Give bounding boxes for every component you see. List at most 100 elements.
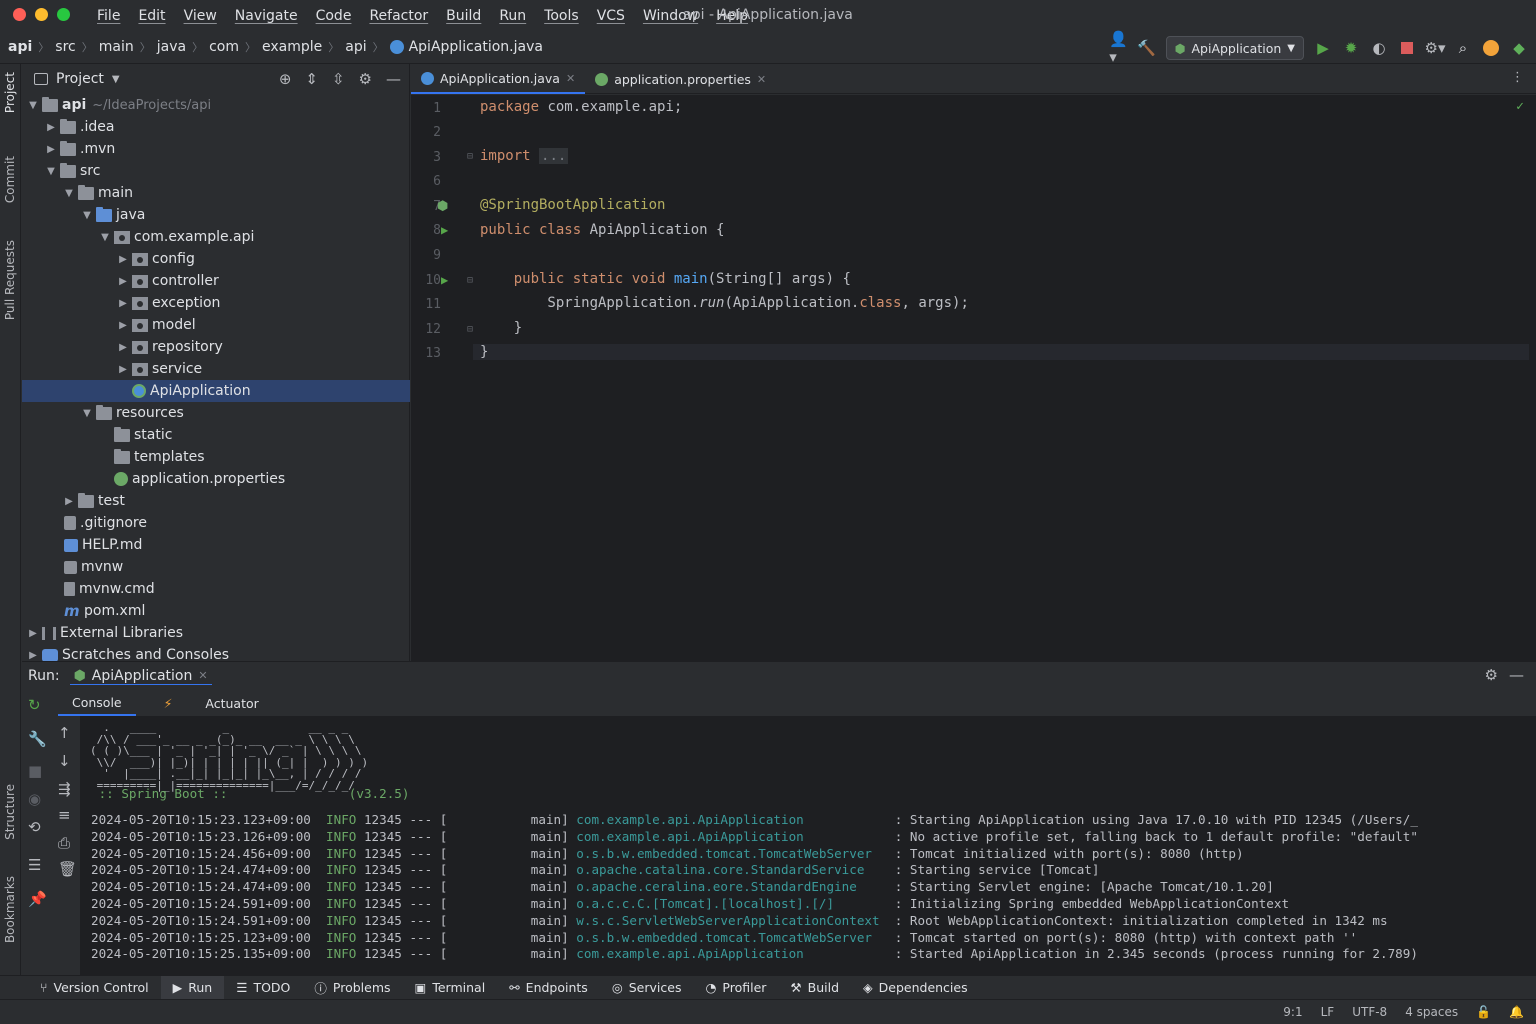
log-logger[interactable]: com.example.api.ApiApplication bbox=[569, 829, 880, 844]
project-view-selector[interactable]: Project bbox=[56, 71, 104, 87]
tree-item[interactable]: m pom.xml bbox=[22, 600, 410, 622]
breadcrumb-item[interactable]: ApiApplication.java bbox=[409, 39, 543, 55]
tree-item[interactable]: ▶ test bbox=[22, 490, 410, 512]
tree-item[interactable]: ▶ .mvn bbox=[22, 138, 410, 160]
tree-item[interactable]: .gitignore bbox=[22, 512, 410, 534]
locate-icon[interactable]: ⊕ bbox=[279, 70, 292, 88]
log-logger[interactable]: o.s.b.w.embedded.tomcat.TomcatWebServer bbox=[569, 846, 880, 861]
run-gutter-icon[interactable]: ▶ bbox=[441, 273, 448, 287]
log-logger[interactable]: com.example.api.ApiApplication bbox=[569, 812, 880, 827]
breadcrumb-item[interactable]: com bbox=[209, 39, 239, 55]
tree-item[interactable]: mvnw bbox=[22, 556, 410, 578]
log-logger[interactable]: o.apache.ceralina.eore.StandardEngine bbox=[569, 879, 880, 894]
user-icon[interactable]: 👤▾ bbox=[1109, 30, 1128, 66]
hide-icon[interactable]: — bbox=[386, 70, 401, 88]
tree-item[interactable]: ▶ repository bbox=[22, 336, 410, 358]
stop-icon[interactable] bbox=[1398, 39, 1416, 57]
code-editor[interactable]: package com.example.api; import ... @Spr… bbox=[473, 95, 1536, 661]
expand-all-icon[interactable]: ⇕ bbox=[305, 70, 318, 88]
close-icon[interactable]: ✕ bbox=[198, 669, 207, 682]
gear-icon[interactable]: ⚙ bbox=[1485, 666, 1498, 684]
pull-requests-tool-tab[interactable]: Pull Requests bbox=[3, 240, 17, 320]
lock-icon[interactable]: 🔓 bbox=[1476, 1005, 1491, 1019]
menu-run[interactable]: Run bbox=[490, 8, 535, 24]
menu-build[interactable]: Build bbox=[437, 8, 490, 24]
menu-refactor[interactable]: Refactor bbox=[360, 8, 437, 24]
tool-todo[interactable]: ☰ TODO bbox=[224, 976, 302, 1000]
structure-tool-tab[interactable]: Structure bbox=[3, 784, 17, 840]
print-icon[interactable]: ⎙ bbox=[58, 834, 70, 852]
menu-vcs[interactable]: VCS bbox=[588, 8, 634, 24]
wrench-icon[interactable]: 🔧 bbox=[28, 730, 47, 748]
menu-help[interactable]: Help bbox=[707, 8, 757, 24]
close-window-button[interactable] bbox=[13, 8, 26, 21]
run-configuration-select[interactable]: ⬢ ApiApplication ▼ bbox=[1165, 36, 1304, 60]
breadcrumb-item[interactable]: src bbox=[55, 39, 75, 55]
scroll-to-end-icon[interactable]: ≡ bbox=[58, 806, 71, 824]
tree-item[interactable]: ▼ resources bbox=[22, 402, 410, 424]
restore-layout-icon[interactable]: ⟲ bbox=[28, 818, 41, 836]
tool-run[interactable]: ▶ Run bbox=[160, 975, 225, 1000]
tree-item[interactable]: ▼ main bbox=[22, 182, 410, 204]
debug-icon[interactable]: ✹ bbox=[1342, 39, 1360, 57]
scroll-up-icon[interactable]: ↑ bbox=[58, 724, 71, 742]
build-hammer-icon[interactable]: 🔨 bbox=[1137, 39, 1156, 57]
spring-bean-icon[interactable]: ⬢ bbox=[437, 199, 448, 214]
tool-problems[interactable]: ⓘ Problems bbox=[302, 976, 402, 1000]
hide-icon[interactable]: — bbox=[1509, 666, 1524, 684]
folded-imports[interactable]: ... bbox=[539, 148, 569, 164]
breadcrumb-item[interactable]: java bbox=[157, 39, 186, 55]
tool-endpoints[interactable]: ⚯ Endpoints bbox=[497, 976, 600, 1000]
update-icon[interactable] bbox=[1482, 39, 1500, 57]
camera-icon[interactable]: ◉ bbox=[28, 790, 41, 808]
menu-code[interactable]: Code bbox=[307, 8, 361, 24]
chevron-down-icon[interactable]: ▼ bbox=[112, 74, 120, 85]
breadcrumb-item[interactable]: api bbox=[8, 39, 32, 55]
run-config-tab[interactable]: ⬢ ApiApplication ✕ bbox=[69, 668, 212, 685]
notifications-icon[interactable]: 🔔 bbox=[1509, 1005, 1524, 1019]
tree-item[interactable]: ▼ com.example.api bbox=[22, 226, 410, 248]
commit-tool-tab[interactable]: Commit bbox=[3, 156, 17, 203]
line-separator[interactable]: LF bbox=[1321, 1005, 1335, 1019]
tool-terminal[interactable]: ▣ Terminal bbox=[403, 976, 498, 1000]
rerun-icon[interactable]: ↻ bbox=[28, 696, 41, 714]
tree-item[interactable]: mvnw.cmd bbox=[22, 578, 410, 600]
project-tool-tab[interactable]: Project bbox=[3, 72, 17, 113]
no-problems-check-icon[interactable]: ✓ bbox=[1516, 99, 1524, 114]
menu-window[interactable]: Window bbox=[634, 8, 707, 24]
tree-root[interactable]: ▼ api ~/IdeaProjects/api bbox=[22, 94, 410, 116]
search-icon[interactable]: ⌕ bbox=[1454, 39, 1472, 57]
gear-icon[interactable]: ⚙ bbox=[359, 70, 372, 88]
tree-item[interactable]: static bbox=[22, 424, 410, 446]
tree-item-selected[interactable]: ApiApplication bbox=[22, 380, 410, 402]
close-icon[interactable]: ✕ bbox=[566, 72, 575, 85]
trash-icon[interactable]: 🗑 bbox=[58, 860, 77, 878]
pin-icon[interactable]: 📌 bbox=[28, 890, 47, 908]
more-options-icon[interactable]: ⋮ bbox=[1511, 70, 1524, 85]
jetbrains-ai-icon[interactable]: ◆ bbox=[1510, 39, 1528, 57]
log-logger[interactable]: o.s.b.w.embedded.tomcat.TomcatWebServer bbox=[569, 930, 880, 945]
tree-item[interactable]: ▶ .idea bbox=[22, 116, 410, 138]
log-logger[interactable]: w.s.c.ServletWebServerApplicationContext bbox=[569, 913, 879, 928]
tab-apiapplication-java[interactable]: ApiApplication.java ✕ bbox=[411, 64, 586, 94]
menu-file[interactable]: File bbox=[88, 8, 129, 24]
tool-dependencies[interactable]: ◈ Dependencies bbox=[851, 976, 980, 1000]
tree-item[interactable]: templates bbox=[22, 446, 410, 468]
tab-application-properties[interactable]: application.properties ✕ bbox=[585, 64, 776, 94]
settings-gear-icon[interactable]: ⚙▾ bbox=[1425, 39, 1446, 57]
tree-item[interactable]: ▼ java bbox=[22, 204, 410, 226]
tree-item[interactable]: ▶ config bbox=[22, 248, 410, 270]
tree-item[interactable]: application.properties bbox=[22, 468, 410, 490]
breadcrumb-item[interactable]: example bbox=[262, 39, 322, 55]
file-encoding[interactable]: UTF-8 bbox=[1352, 1005, 1387, 1019]
run-gutter-icon[interactable]: ▶ bbox=[441, 223, 448, 237]
stop-icon[interactable]: ■ bbox=[28, 762, 42, 780]
tree-item[interactable]: ▶ exception bbox=[22, 292, 410, 314]
menu-tools[interactable]: Tools bbox=[535, 8, 588, 24]
tree-item[interactable]: ▶ service bbox=[22, 358, 410, 380]
bookmarks-tool-tab[interactable]: Bookmarks bbox=[3, 876, 17, 943]
layout-icon[interactable]: ☰ bbox=[28, 856, 41, 874]
tool-version-control[interactable]: ⑂ Version Control bbox=[28, 976, 161, 1000]
caret-position[interactable]: 9:1 bbox=[1283, 1005, 1302, 1019]
run-icon[interactable]: ▶ bbox=[1314, 39, 1332, 57]
